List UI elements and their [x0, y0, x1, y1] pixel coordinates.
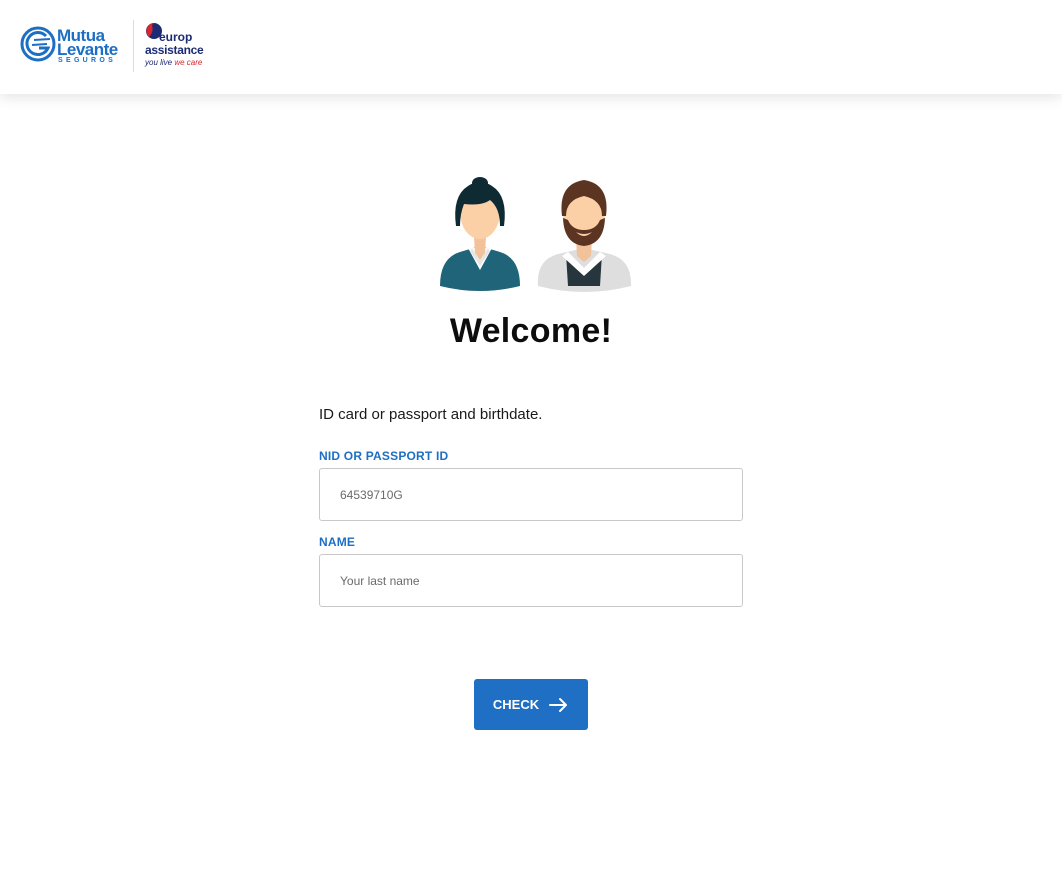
arrow-right-icon	[549, 697, 568, 712]
page-title: Welcome!	[449, 312, 613, 350]
check-button[interactable]: CHECK	[474, 679, 588, 730]
mutua-emblem-icon	[20, 26, 56, 62]
check-button-label: CHECK	[492, 697, 540, 712]
mutua-levante-logo[interactable]: Mutua Levante SEGUROS	[20, 26, 124, 64]
woman-avatar-icon	[440, 177, 520, 291]
europ-assistance-logo[interactable]: europ assistance you live we care	[144, 20, 206, 70]
tagline-part-b: we care	[174, 58, 203, 67]
logo-divider	[133, 20, 134, 72]
instructions-text: ID card or passport and birthdate.	[319, 406, 543, 423]
users-illustration	[440, 177, 632, 292]
logo-word-seguros: SEGUROS	[58, 57, 117, 64]
nid-input[interactable]	[319, 468, 743, 521]
logo-tagline: you live we care	[145, 58, 202, 67]
site-header: Mutua Levante SEGUROS europ assistance y…	[0, 0, 1062, 94]
logo-word-levante: Levante	[57, 40, 118, 59]
nid-field-label: NID OR PASSPORT ID	[319, 449, 449, 463]
name-field-label: NAME	[319, 535, 356, 549]
last-name-input[interactable]	[319, 554, 743, 607]
logo-word-europ: europ	[159, 30, 193, 44]
tagline-part-a: you live	[145, 58, 173, 67]
logo-word-assistance: assistance	[145, 43, 204, 57]
man-avatar-icon	[537, 180, 632, 292]
